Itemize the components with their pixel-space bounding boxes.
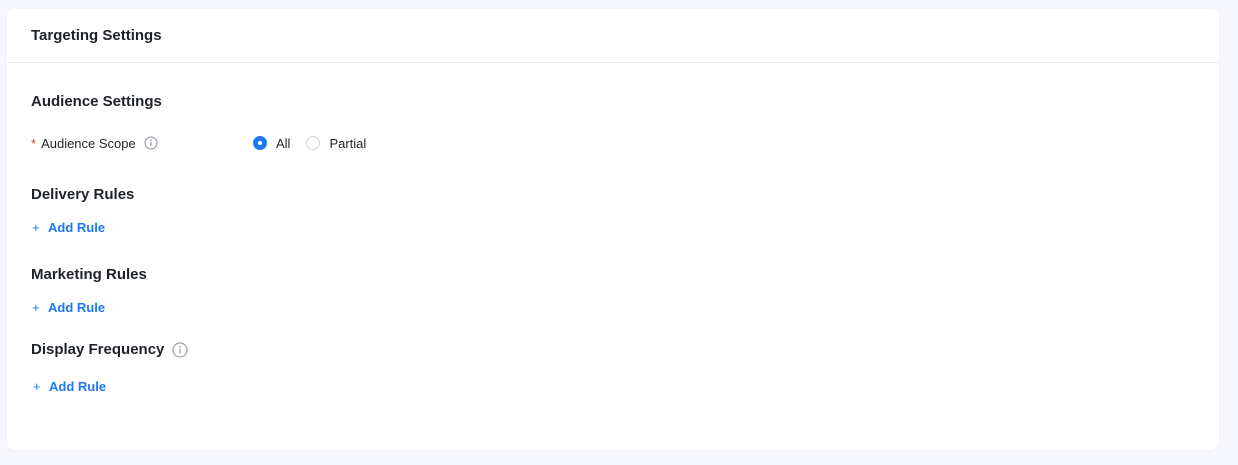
radio-option-all[interactable]: All — [253, 136, 290, 151]
delivery-add-rule-button[interactable]: + Add Rule — [32, 220, 105, 235]
marketing-add-rule-button[interactable]: + Add Rule — [32, 300, 105, 315]
delivery-add-rule-label[interactable]: Add Rule — [48, 220, 105, 235]
radio-all-label[interactable]: All — [276, 136, 290, 151]
radio-partial-unchecked-icon[interactable] — [306, 136, 321, 150]
delivery-rules-title-text: Delivery Rules — [31, 186, 135, 203]
audience-settings-title: Audience Settings — [31, 93, 162, 110]
marketing-rules-title-text: Marketing Rules — [31, 266, 147, 283]
delivery-rules-title: Delivery Rules — [31, 186, 134, 203]
plus-icon: + — [33, 379, 41, 394]
display-frequency-title-text: Display Frequency — [31, 341, 165, 358]
card-header: Targeting Settings — [7, 9, 1219, 63]
plus-icon: + — [32, 220, 40, 235]
required-mark: * — [31, 135, 37, 151]
radio-partial-label[interactable]: Partial — [329, 136, 366, 151]
audience-settings-title-text: Audience Settings — [31, 93, 162, 110]
marketing-add-rule-label[interactable]: Add Rule — [48, 300, 105, 315]
card-title: Targeting Settings — [31, 27, 162, 44]
audience-scope-row: * Audience Scope All Partial — [31, 133, 382, 153]
audience-scope-label-text: Audience Scope — [41, 135, 136, 151]
info-circle-icon[interactable] — [144, 136, 158, 150]
display-frequency-title: Display Frequency — [31, 341, 188, 358]
frequency-add-rule-button[interactable]: + Add Rule — [33, 379, 106, 394]
radio-option-partial[interactable]: Partial — [306, 136, 366, 151]
audience-scope-radio-group: All Partial — [253, 136, 382, 151]
frequency-add-rule-label[interactable]: Add Rule — [49, 379, 106, 394]
targeting-settings-card: Targeting Settings Audience Settings * A… — [7, 9, 1219, 450]
marketing-rules-title: Marketing Rules — [31, 266, 147, 283]
audience-scope-label: * Audience Scope — [31, 136, 253, 151]
info-circle-icon[interactable] — [172, 342, 188, 358]
radio-all-checked-icon[interactable] — [253, 136, 267, 150]
plus-icon: + — [32, 300, 40, 315]
